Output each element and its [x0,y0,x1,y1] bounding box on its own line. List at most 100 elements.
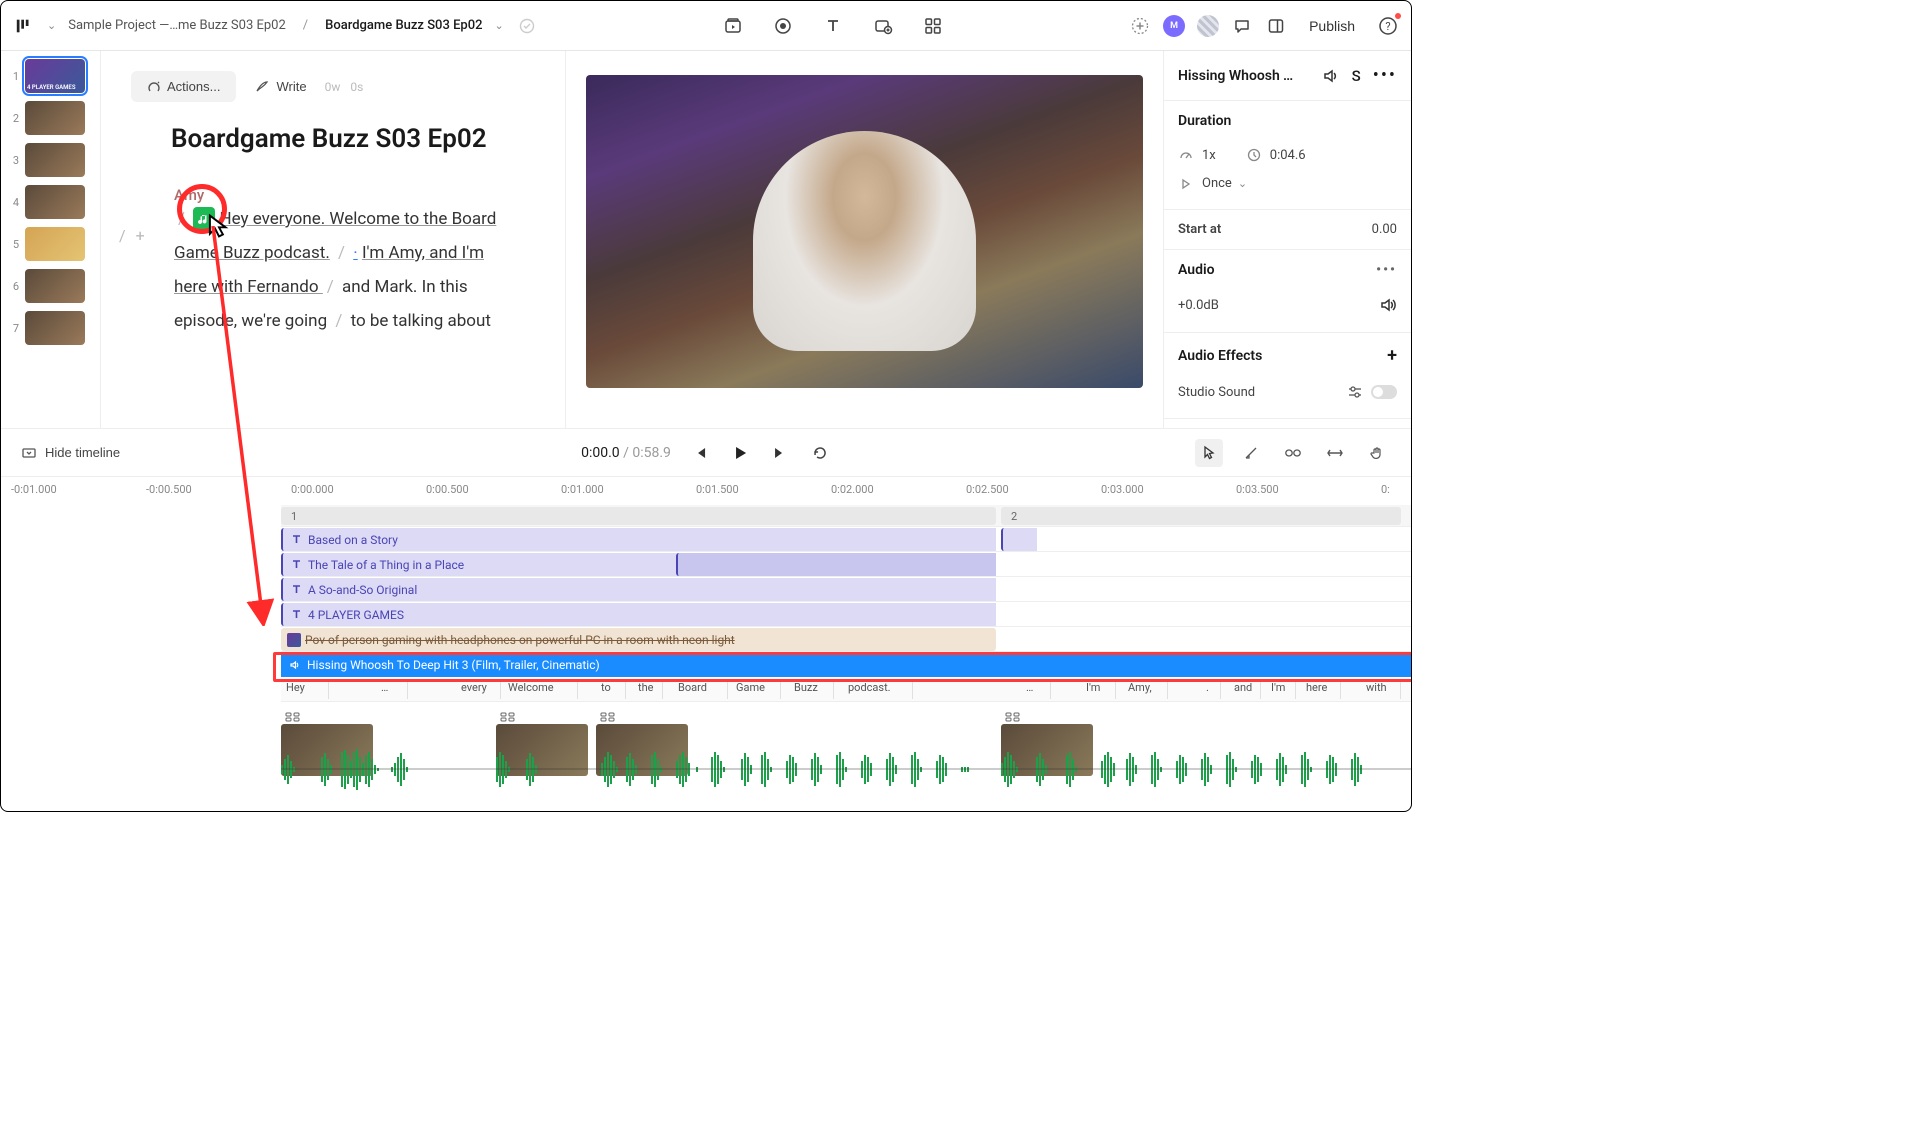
gain-value[interactable]: +0.0dB [1178,298,1219,313]
editor-column: Actions... Write 0w 0s Boardgame Buzz S0… [101,51,566,428]
props-title: Hissing Whoosh T… [1178,68,1298,84]
timeline-controls: Hide timeline 0:00.0 / 0:58.9 [1,428,1411,476]
text-clip[interactable] [1001,528,1037,551]
scene-marker-icon[interactable]: / [119,220,126,252]
plus-icon[interactable] [1129,15,1151,37]
playhead-time: 0:00.0 / 0:58.9 [581,445,671,461]
stretch-tool-icon[interactable] [1321,439,1349,467]
audio-clip-selected[interactable]: Hissing Whoosh To Deep Hit 3 (Film, Trai… [281,652,1411,677]
word-segment[interactable]: here [1301,679,1341,699]
avatar-guest[interactable] [1197,15,1219,37]
word-segment[interactable]: I'm [1081,679,1116,699]
scene-thumb[interactable] [25,311,85,345]
hand-tool-icon[interactable] [1363,439,1391,467]
hide-timeline-button[interactable]: Hide timeline [21,445,120,461]
word-track: Hey … everyWelcome tothe BoardGame Buzz podcas… [281,677,1411,702]
word-segment[interactable]: . [1201,679,1221,699]
help-icon[interactable]: ? [1377,15,1399,37]
image-clip[interactable]: Pov of person gaming with headphones on … [281,628,996,651]
transcript[interactable]: / + Amy / Hey everyone. Welcome to the B… [101,184,565,338]
breadcrumb-project[interactable]: Sample Project —…me Buzz S03 Ep02 [68,18,286,33]
scene-thumb[interactable]: 4 PLAYER GAMES [25,59,85,93]
loop-icon[interactable] [809,442,831,464]
studio-sound-toggle[interactable] [1371,385,1397,399]
word-segment[interactable]: Hey [281,679,329,699]
text-clip[interactable] [676,553,996,576]
scene-marker[interactable]: 2 [1001,507,1401,525]
text-icon[interactable] [822,15,844,37]
scene-thumb[interactable] [25,101,85,135]
more-icon[interactable]: ••• [1376,262,1397,278]
music-chip-icon[interactable] [193,207,215,233]
publish-button[interactable]: Publish [1299,12,1365,40]
section-duration: Duration [1178,113,1397,129]
section-start: Start at [1178,222,1221,237]
panel-toggle-icon[interactable] [1265,15,1287,37]
breadcrumb-file[interactable]: Boardgame Buzz S03 Ep02 [325,18,482,33]
word-segment[interactable]: podcast. [843,679,913,699]
sliders-icon[interactable] [1347,384,1363,400]
record-icon[interactable] [772,15,794,37]
word-segment[interactable]: I'm [1266,679,1296,699]
word-segment[interactable]: Game [731,679,781,699]
text-clip[interactable]: A So-and-So Original [281,578,996,601]
word-segment[interactable]: and [1229,679,1261,699]
document-title[interactable]: Boardgame Buzz S03 Ep02 [101,112,565,184]
topbar-tools [550,15,1117,37]
studio-sound-label: Studio Sound [1178,385,1255,400]
word-segment[interactable]: Amy, [1123,679,1168,699]
speaker-label[interactable]: Amy [174,180,204,210]
word-segment[interactable]: … [1021,679,1051,699]
editor-meta: 0w 0s [325,80,364,94]
scene-thumb[interactable] [25,269,85,303]
scene-marker[interactable]: 1 [281,507,996,525]
word-segment[interactable]: to [596,679,626,699]
word-segment[interactable]: … [376,679,408,699]
scene-strip: 14 PLAYER GAMES 2 3 4 5 6 7 [1,51,101,428]
scene-thumb[interactable] [25,227,85,261]
actions-button[interactable]: Actions... [131,71,236,102]
text-clip[interactable]: Based on a Story [281,528,996,551]
app-logo[interactable] [13,15,35,37]
word-segment[interactable]: Buzz [789,679,834,699]
skip-fwd-icon[interactable] [769,442,791,464]
captions-icon[interactable] [872,15,894,37]
play-icon[interactable] [729,442,751,464]
scene-thumb[interactable] [25,143,85,177]
plus-icon[interactable]: + [1387,345,1397,366]
speed-letter[interactable]: S [1352,67,1361,85]
word-segment[interactable]: with [1361,679,1401,699]
apps-icon[interactable] [922,15,944,37]
section-fx: Audio Effects [1178,348,1262,364]
chevron-down-icon[interactable]: ⌄ [47,19,56,32]
skip-back-icon[interactable] [689,442,711,464]
more-icon[interactable]: ••• [1373,65,1397,86]
avatar-user[interactable]: M [1163,15,1185,37]
scene-marker-track: 1 2 [281,505,1411,527]
blade-tool-icon[interactable] [1237,439,1265,467]
media-icon[interactable] [722,15,744,37]
add-icon[interactable]: + [136,220,145,252]
word-segment[interactable]: every [456,679,501,699]
video-preview[interactable] [586,75,1143,388]
video-preview-column [566,51,1163,428]
clock-icon [1246,147,1262,163]
text-clip[interactable]: 4 PLAYER GAMES [281,603,996,626]
comment-icon[interactable] [1231,15,1253,37]
scene-thumb[interactable] [25,185,85,219]
word-segment[interactable]: Welcome [503,679,578,699]
speaker-icon[interactable] [1322,67,1340,85]
sync-status-icon [516,15,538,37]
timeline-ruler[interactable]: -0:01.000 -0:00.500 0:00.000 0:00.500 0:… [1,477,1411,505]
word-segment[interactable]: Board [673,679,728,699]
word-segment[interactable]: the [633,679,663,699]
topbar: ⌄ Sample Project —…me Buzz S03 Ep02 / Bo… [1,1,1411,51]
mask-tool-icon[interactable] [1279,439,1307,467]
svg-text:?: ? [1385,20,1390,33]
write-button[interactable]: Write [254,79,306,95]
speed-icon [1178,147,1194,163]
repeat-icon [1178,175,1194,191]
pointer-tool-icon[interactable] [1195,439,1223,467]
speaker-icon[interactable] [1379,296,1397,314]
chevron-down-icon[interactable]: ⌄ [495,19,504,32]
